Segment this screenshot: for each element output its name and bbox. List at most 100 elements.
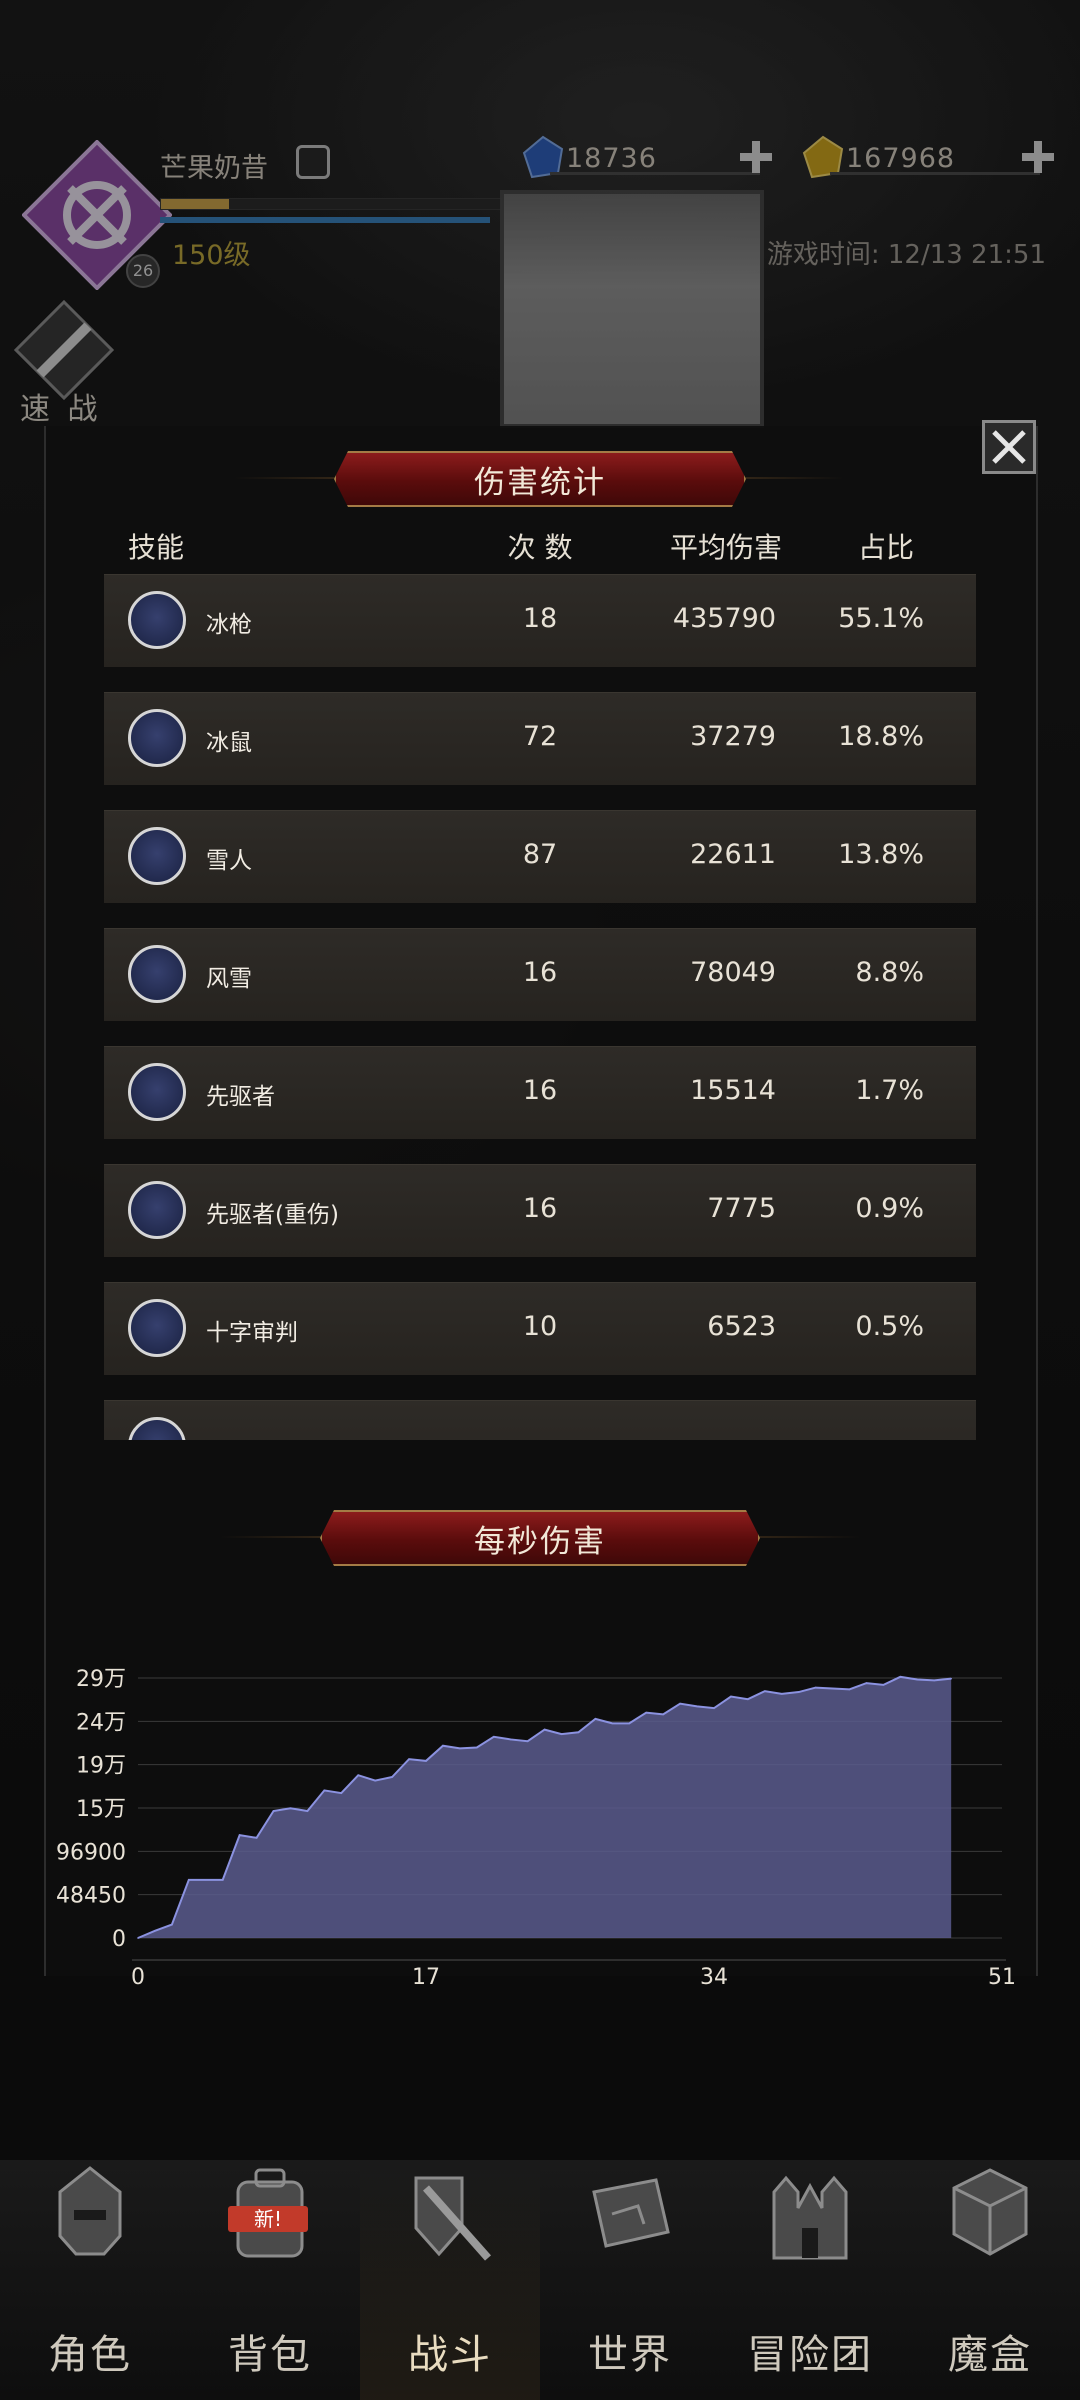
skill-list[interactable]: 冰枪 18 435790 55.1% 冰鼠 72 37279 18.8% 雪人 … (104, 574, 976, 1440)
dps-point (408, 1758, 410, 1760)
dps-point (662, 1713, 664, 1716)
skill-count: 10 (522, 1311, 558, 1342)
dps-area (138, 1676, 952, 1938)
col-header-avg-damage: 平均伤害 (670, 531, 783, 564)
nav-item-magic-box[interactable]: 魔盒 (900, 2160, 1080, 2400)
skill-avg-damage: 6523 (707, 1311, 776, 1342)
mushroom-cloud-icon (128, 1181, 186, 1239)
skill-percentage: 1.7% (855, 1075, 924, 1106)
y-tick-label: 0 (112, 1927, 126, 1952)
dps-point (171, 1923, 173, 1926)
y-tick-label: 19万 (76, 1754, 126, 1779)
dps-point (730, 1695, 732, 1698)
nav-label: 战斗 (408, 2332, 492, 2378)
col-header-percentage: 占比 (858, 531, 915, 564)
dps-point (916, 1678, 919, 1681)
dps-point (577, 1731, 580, 1734)
skill-percentage: 0.5% (855, 1311, 924, 1342)
dps-point (374, 1779, 376, 1782)
dps-point (560, 1733, 563, 1735)
dps-point (780, 1693, 783, 1695)
nav-item-battle[interactable]: 战斗 (360, 2160, 540, 2400)
dps-point (476, 1746, 478, 1749)
bottom-nav: 角色 新! 背包 战斗 世界 冒险团 魔盒 (0, 2160, 1080, 2400)
y-tick-label: 15万 (76, 1797, 126, 1822)
nav-item-world[interactable]: 世界 (540, 2160, 720, 2400)
sword-icon (128, 1417, 186, 1440)
banner-icon (128, 1299, 186, 1357)
dps-point (137, 1937, 139, 1939)
castle-icon (772, 2175, 848, 2260)
skill-avg-damage: 37279 (690, 721, 776, 752)
skill-row: 风雪 16 78049 8.8% (104, 928, 976, 1021)
dps-point (509, 1738, 512, 1741)
nav-item-bag[interactable]: 新! 背包 (180, 2160, 360, 2400)
cube-icon (952, 2168, 1028, 2256)
dps-point (747, 1698, 749, 1700)
nav-item-adventure-group[interactable]: 冒险团 (720, 2160, 900, 2400)
skill-row: 十字审判 10 6523 0.5% (104, 1282, 976, 1375)
nav-label: 冒险团 (747, 2332, 873, 2378)
nav-item-role[interactable]: 角色 (0, 2160, 180, 2400)
dps-point (950, 1677, 952, 1680)
dps-point (357, 1774, 360, 1777)
dps-point (289, 1807, 292, 1810)
dps-point (713, 1707, 715, 1709)
dps-point (323, 1789, 326, 1792)
dps-point (459, 1747, 461, 1750)
skill-count: 87 (522, 839, 558, 870)
skill-count: 16 (522, 1075, 558, 1106)
skill-name: 冰鼠 (206, 730, 252, 756)
skill-avg-damage: 22611 (690, 839, 776, 870)
x-tick-label: 0 (131, 1965, 145, 1990)
ice-rat-icon (128, 709, 186, 767)
dps-point (526, 1740, 529, 1743)
col-header-count: 次 数 (507, 531, 573, 564)
dps-point (425, 1760, 427, 1762)
dps-point (594, 1718, 597, 1720)
skill-row: 先驱者 16 15514 1.7% (104, 1046, 976, 1139)
x-tick-label: 17 (412, 1965, 440, 1990)
skill-count: 18 (522, 603, 558, 634)
x-tick-label: 51 (988, 1965, 1016, 1990)
dps-title: 每秒伤害 (320, 1510, 760, 1566)
skill-name: 风雪 (206, 966, 252, 992)
dps-point (154, 1930, 156, 1932)
sword-icon (128, 945, 186, 1003)
dps-point (679, 1702, 681, 1705)
dps-point (814, 1686, 817, 1689)
dps-point (442, 1744, 444, 1747)
helmet-icon (58, 2166, 122, 2256)
scroll-map-icon (592, 2178, 670, 2248)
skill-row: 冰枪 18 435790 55.1% (104, 574, 976, 667)
skill-count: 72 (522, 721, 558, 752)
skill-row (104, 1400, 976, 1440)
dps-point (899, 1676, 902, 1678)
skill-percentage: 18.8% (838, 721, 924, 752)
dps-point (204, 1879, 207, 1881)
nav-label: 世界 (588, 2332, 672, 2378)
dps-point (764, 1690, 766, 1692)
dps-point (865, 1682, 868, 1684)
dps-point (188, 1879, 190, 1881)
dps-point (696, 1705, 698, 1708)
dps-point (882, 1684, 885, 1686)
skill-row: 先驱者(重伤) 16 7775 0.9% (104, 1164, 976, 1257)
dps-point (255, 1837, 258, 1839)
close-button[interactable] (982, 420, 1036, 474)
shield-sword-icon (414, 2176, 491, 2261)
skill-row: 冰鼠 72 37279 18.8% (104, 692, 976, 785)
skill-percentage: 55.1% (838, 603, 924, 634)
y-tick-label: 29万 (76, 1667, 126, 1692)
dps-point (272, 1810, 275, 1812)
col-header-skill: 技能 (128, 531, 185, 564)
skill-name: 雪人 (206, 848, 252, 874)
dps-point (221, 1879, 224, 1881)
y-tick-label: 24万 (76, 1710, 126, 1735)
skill-percentage: 0.9% (855, 1193, 924, 1224)
dps-point (848, 1688, 851, 1691)
new-badge: 新! (228, 2206, 308, 2232)
skill-count: 16 (522, 957, 558, 988)
dps-point (543, 1728, 546, 1731)
skill-name: 冰枪 (206, 612, 252, 638)
